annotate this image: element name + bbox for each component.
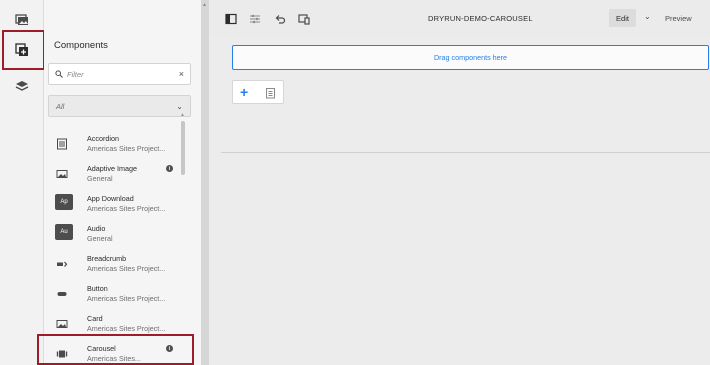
panel-splitter[interactable] <box>201 0 209 365</box>
breadcrumb-icon <box>55 257 69 271</box>
filter-input[interactable]: Filter × <box>48 63 191 85</box>
component-list-scrollbar[interactable] <box>181 121 185 175</box>
component-item-button[interactable]: Button Americas Sites Project... <box>48 280 186 310</box>
component-group: Americas Sites Project... <box>87 144 166 153</box>
group-select-value: All <box>56 101 65 111</box>
preview-button[interactable]: Preview <box>665 14 692 23</box>
component-item-app-download[interactable]: Ap App Download Americas Sites Project..… <box>48 190 186 220</box>
edit-mode-button[interactable]: Edit <box>609 9 636 27</box>
image-icon <box>55 167 69 181</box>
button-icon <box>55 287 69 301</box>
page-properties-icon[interactable] <box>248 12 262 26</box>
component-group: Americas Sites Project... <box>87 204 166 213</box>
accordion-icon <box>55 137 69 151</box>
content-tree-icon[interactable] <box>8 72 36 100</box>
toggle-side-panel-icon[interactable] <box>224 12 238 26</box>
card-icon <box>55 317 69 331</box>
paste-icon[interactable] <box>265 86 276 104</box>
component-group: Americas Sites Project... <box>87 294 166 303</box>
app-download-badge-icon: Ap <box>55 194 73 210</box>
group-select[interactable]: All ⌄ <box>48 95 191 117</box>
components-panel: Components Filter × All ⌄ Accordion Amer… <box>44 0 201 365</box>
components-tab-highlight <box>2 30 45 70</box>
drop-zone-label: Drag components here <box>433 53 508 62</box>
chevron-down-icon: ⌄ <box>176 101 183 111</box>
component-item-audio[interactable]: Au Audio General <box>48 220 186 250</box>
filter-placeholder: Filter <box>67 69 84 79</box>
page-title: DRYRUN-DEMO-CAROUSEL <box>428 14 533 23</box>
chevron-down-icon[interactable]: ⌄ <box>644 12 651 21</box>
editor-app: Components Filter × All ⌄ Accordion Amer… <box>0 0 710 365</box>
component-name: Accordion <box>87 134 119 143</box>
component-group: General <box>87 174 113 183</box>
canvas-divider <box>221 152 710 153</box>
carousel-item-highlight <box>37 334 194 365</box>
editor-toolbar: DRYRUN-DEMO-CAROUSEL Edit ⌄ Preview <box>209 0 710 37</box>
emulator-icon[interactable] <box>297 12 311 26</box>
component-name: App Download <box>87 194 134 203</box>
page-canvas: Drag components here + <box>221 37 710 365</box>
component-group: General <box>87 234 113 243</box>
component-name: Button <box>87 284 108 293</box>
insert-component-icon[interactable]: + <box>240 84 248 100</box>
component-group: Americas Sites Project... <box>87 324 166 333</box>
component-item-accordion[interactable]: Accordion Americas Sites Project... <box>48 130 186 160</box>
component-item-breadcrumb[interactable]: Breadcrumb Americas Sites Project... <box>48 250 186 280</box>
component-item-adaptive-image[interactable]: Adaptive Image General i <box>48 160 186 190</box>
drop-zone[interactable]: Drag components here <box>232 45 709 70</box>
search-icon <box>55 70 63 78</box>
audio-badge-icon: Au <box>55 224 73 240</box>
scroll-up-icon[interactable]: ▲ <box>180 112 185 118</box>
component-name: Audio <box>87 224 106 233</box>
component-name: Breadcrumb <box>87 254 127 263</box>
component-group: Americas Sites Project... <box>87 264 166 273</box>
undo-icon[interactable] <box>273 12 287 26</box>
splitter-scroll-up-icon[interactable]: ▲ <box>202 2 207 8</box>
clear-icon[interactable]: × <box>179 69 184 79</box>
component-name: Adaptive Image <box>87 164 137 173</box>
info-icon[interactable]: i <box>166 165 173 172</box>
panel-title: Components <box>54 40 108 51</box>
component-actions-bar: + <box>232 80 284 104</box>
component-name: Card <box>87 314 103 323</box>
